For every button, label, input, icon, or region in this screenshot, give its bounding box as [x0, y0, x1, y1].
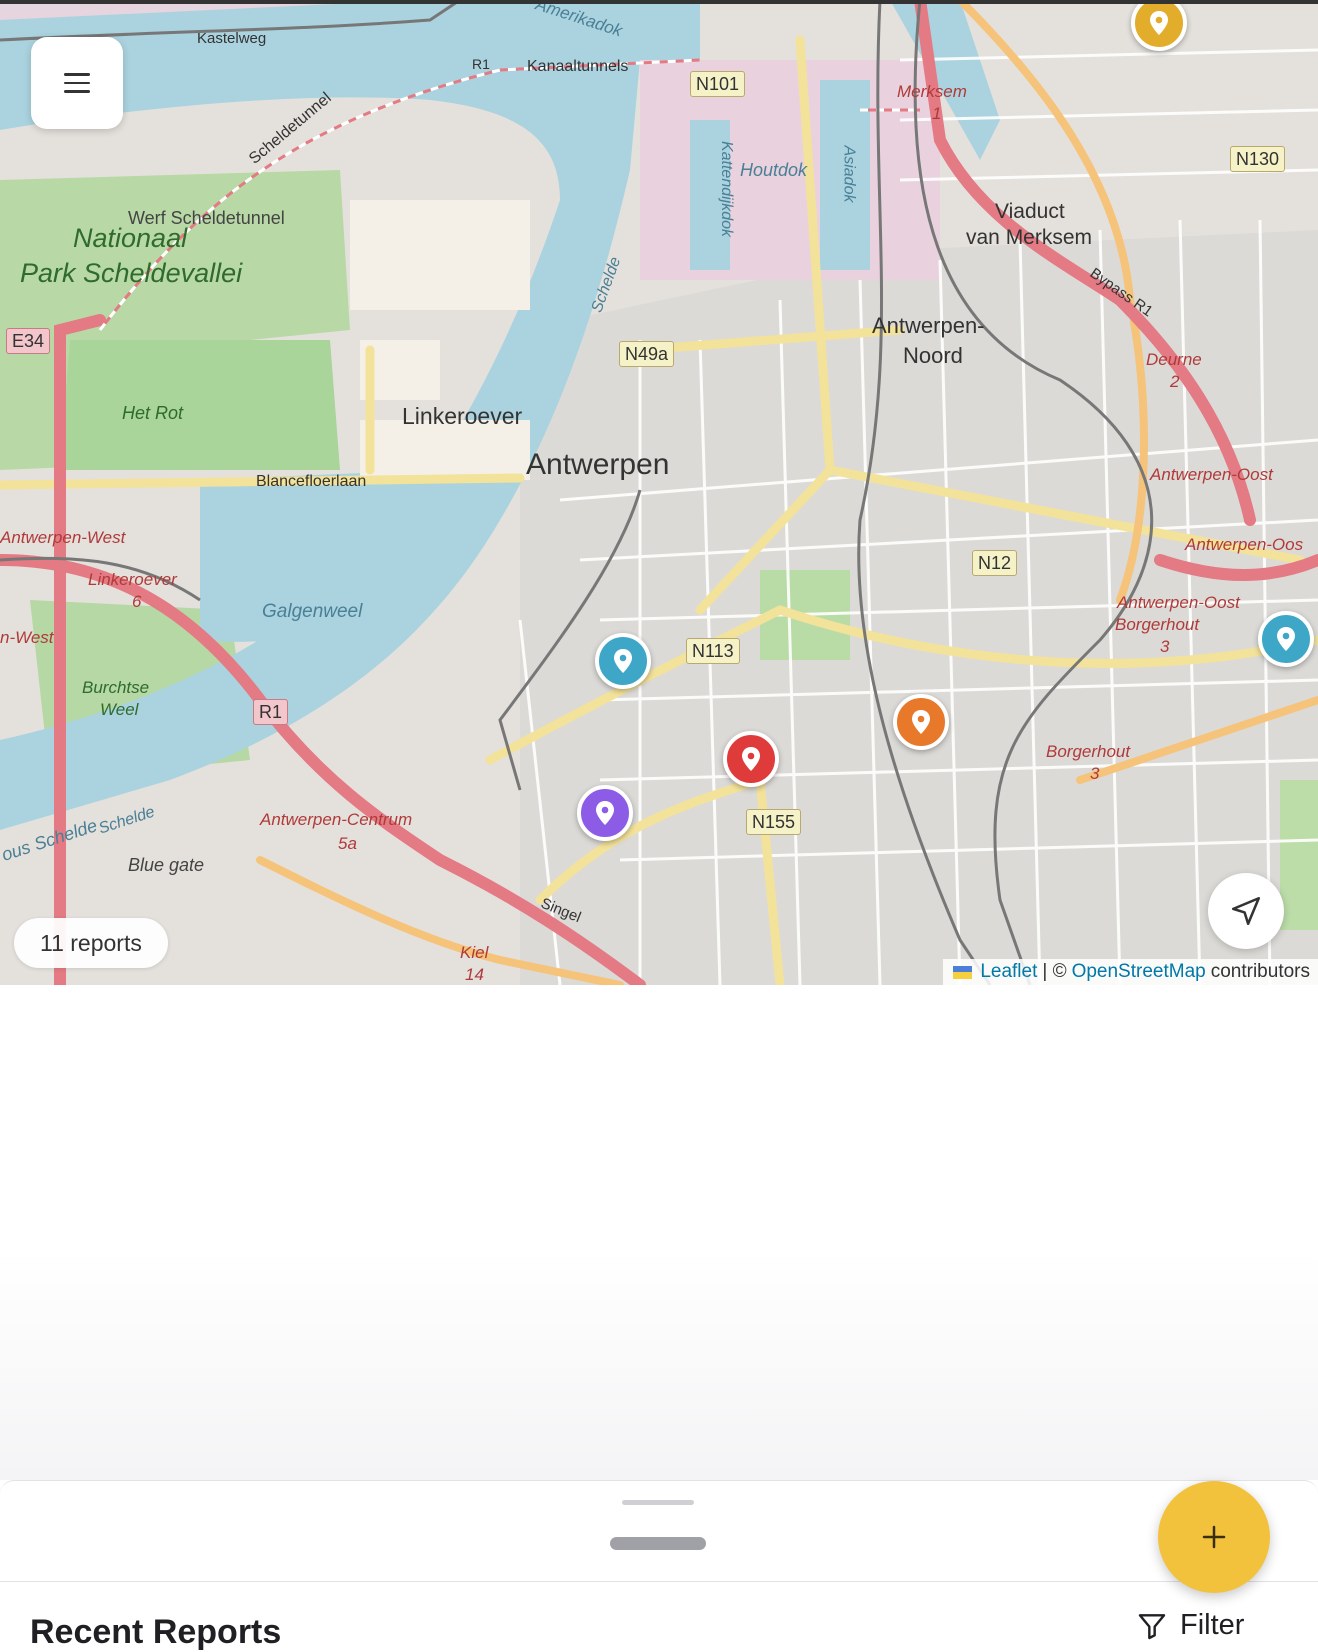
label-kanaaltunnels: Kanaaltunnels [527, 58, 629, 75]
label-oost-borgerhout-line2: Borgerhout [1115, 615, 1200, 634]
label-merksem-exit: 1 [932, 104, 942, 123]
label-antwerpen: Antwerpen [526, 448, 670, 481]
label-kiel: Kiel [460, 943, 489, 962]
page-background-fade [0, 1250, 1318, 1480]
report-marker[interactable] [893, 694, 949, 750]
shield-n101: N101 [690, 71, 746, 97]
shield-n155: N155 [746, 809, 802, 835]
label-antwerpen-noord-line2: Noord [903, 343, 963, 368]
attribution-separator: | © [1042, 961, 1067, 982]
label-antwerpen-oost: Antwerpen-Oost [1150, 465, 1273, 484]
shield-r1: R1 [253, 699, 289, 725]
label-blue-gate: Blue gate [128, 855, 205, 875]
label-galgenweel: Galgenweel [262, 601, 363, 622]
map-pin-icon [614, 649, 632, 673]
ukraine-flag-icon [953, 965, 973, 979]
bottom-sheet[interactable]: Recent Reports Filter [0, 1480, 1318, 1651]
label-houtdok: Houtdok [740, 160, 808, 180]
label-blancefloerlaan: Blancefloerlaan [256, 473, 367, 490]
top-edge-bar [0, 0, 1318, 4]
label-werf-scheldetunnel: Werf Scheldetunnel [128, 208, 285, 228]
map-pin-icon [912, 710, 930, 734]
label-antwerpen-centrum: Antwerpen-Centrum [260, 810, 413, 829]
shield-n12: N12 [972, 550, 1018, 576]
label-viaduct-line1: Viaduct [995, 200, 1065, 223]
menu-button[interactable] [31, 37, 123, 129]
sheet-grabber-top[interactable] [622, 1500, 694, 1505]
navigation-arrow-icon [1231, 896, 1261, 926]
label-antwerpen-west: Antwerpen-West [0, 528, 126, 547]
plus-icon [1202, 1525, 1226, 1549]
add-report-button[interactable] [1158, 1481, 1270, 1593]
locate-me-button[interactable] [1208, 873, 1284, 949]
label-borgerhout: Borgerhout [1046, 742, 1131, 761]
sheet-divider [0, 1581, 1318, 1582]
label-n-west: n-West [0, 628, 54, 647]
label-r1-top: R1 [472, 56, 490, 72]
label-viaduct-line2: van Merksem [966, 226, 1093, 249]
map-pin-icon [596, 801, 614, 825]
shield-n113: N113 [686, 638, 740, 664]
shield-n49a: N49a [619, 341, 675, 367]
report-count-badge: 11 reports [14, 918, 168, 968]
attribution-suffix: contributors [1210, 961, 1310, 982]
map-attribution: Leaflet | © OpenStreetMap contributors [943, 959, 1318, 985]
label-nationaal-park-line2: Park Scheldevallei [20, 258, 243, 288]
label-antwerpen-noord-line1: Antwerpen- [872, 313, 985, 338]
label-deurne: Deurne [1146, 350, 1202, 369]
filter-label: Filter [1180, 1609, 1245, 1641]
label-burchtse-line2: Weel [100, 700, 139, 719]
label-merksem: Merksem [897, 82, 967, 101]
leaflet-link[interactable]: Leaflet [980, 959, 1037, 985]
label-linkeroever-exit-name: Linkeroever [88, 570, 177, 589]
map-pin-icon [1150, 11, 1168, 35]
report-marker[interactable] [577, 785, 633, 841]
label-centrum-exit: 5a [338, 834, 357, 853]
filter-button[interactable]: Filter [1136, 1609, 1244, 1642]
label-kastelweg: Kastelweg [197, 30, 267, 47]
menu-icon [64, 73, 90, 93]
label-deurne-exit: 2 [1170, 372, 1180, 391]
label-kiel-exit: 14 [465, 965, 484, 984]
label-kattendijkdok: Kattendijkdok [718, 140, 736, 238]
map-pin-icon [1277, 627, 1295, 651]
label-oost-borgerhout-line1: Antwerpen-Oost [1117, 593, 1240, 612]
label-antwerpen-oos: Antwerpen-Oos [1185, 535, 1304, 554]
label-linkeroever-exit: 6 [132, 592, 142, 611]
shield-e34: E34 [6, 328, 51, 354]
report-marker[interactable] [723, 731, 779, 787]
label-burchtse-line1: Burchtse [82, 678, 150, 697]
report-marker[interactable] [1258, 611, 1314, 667]
label-het-rot: Het Rot [122, 403, 184, 423]
map-view[interactable]: Antwerpen Linkeroever Nationaal Park Sch… [0, 0, 1318, 985]
label-linkeroever: Linkeroever [402, 403, 523, 429]
report-marker[interactable] [595, 633, 651, 689]
label-borgerhout-exit: 3 [1090, 764, 1100, 783]
map-pin-icon [742, 747, 760, 771]
sheet-drag-handle[interactable] [610, 1537, 706, 1550]
label-asiadok: Asiadok [840, 145, 858, 203]
label-oost-borgerhout-exit: 3 [1160, 637, 1170, 656]
openstreetmap-link[interactable]: OpenStreetMap [1072, 959, 1206, 985]
sheet-title: Recent Reports [30, 1613, 282, 1651]
filter-funnel-icon [1138, 1613, 1166, 1639]
shield-n130: N130 [1230, 146, 1286, 172]
map-tiles [0, 0, 1318, 985]
